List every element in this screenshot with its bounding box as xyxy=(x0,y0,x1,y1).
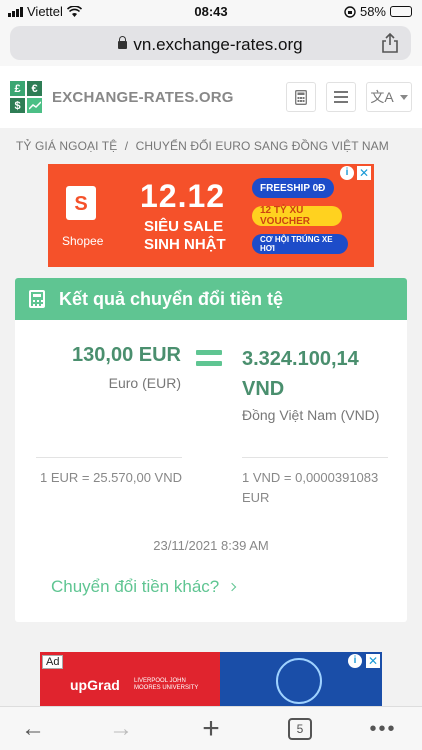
to-amount: 3.324.100,14 VND xyxy=(242,348,359,400)
url-display[interactable]: vn.exchange-rates.org xyxy=(10,35,411,55)
logo-euro: € xyxy=(27,81,42,96)
to-currency-name: Đồng Việt Nam (VND) xyxy=(242,407,380,423)
ad-pill-voucher: 12 TỶ XU VOUCHER xyxy=(252,205,342,227)
ad-line1: SIÊU SALE xyxy=(144,218,224,235)
lock-icon xyxy=(118,36,128,49)
site-brand[interactable]: EXCHANGE-RATES.ORG xyxy=(52,89,234,106)
equals-icon xyxy=(196,350,222,366)
from-amount: 130,00 EUR xyxy=(72,344,181,366)
ad-banner-bottom[interactable]: Ad upGrad LIVERPOOL JOHN MOORES UNIVERSI… xyxy=(40,652,382,708)
address-bar[interactable]: vn.exchange-rates.org xyxy=(10,26,411,60)
battery-percent: 58% xyxy=(359,4,386,19)
hamburger-icon xyxy=(334,91,348,103)
other-conversion-link[interactable]: Chuyển đổi tiền khác? xyxy=(51,577,237,597)
logo-chart-icon xyxy=(27,98,42,113)
language-button[interactable]: 文A xyxy=(366,82,412,112)
other-conversion-label: Chuyển đổi tiền khác? xyxy=(51,577,220,596)
brain-graphic-icon xyxy=(276,658,322,704)
ad-banner-top[interactable]: S Shopee 12.12 SIÊU SALE SINH NHẬT FREES… xyxy=(48,164,374,267)
caret-down-icon xyxy=(399,94,408,100)
chevron-right-icon xyxy=(227,582,237,592)
ad-info-icon[interactable]: i xyxy=(348,654,362,668)
back-button[interactable]: ← xyxy=(18,715,48,743)
divider-left xyxy=(36,457,182,458)
shopee-bag-icon: S xyxy=(66,186,96,220)
browser-toolbar: ← → + 5 ••• xyxy=(0,706,422,750)
divider-right xyxy=(242,457,388,458)
from-currency-name: Euro (EUR) xyxy=(108,375,181,391)
battery-icon xyxy=(390,6,412,17)
breadcrumb-item-current: CHUYỂN ĐỔI EURO SANG ĐỒNG VIỆT NAM xyxy=(135,139,389,153)
breadcrumb-separator: / xyxy=(124,139,129,153)
status-right: 58% xyxy=(344,4,412,19)
ad-close-icon[interactable]: ✕ xyxy=(357,166,371,180)
ad-brand: Shopee xyxy=(62,234,104,248)
ad-partner: LIVERPOOL JOHN MOORES UNIVERSITY xyxy=(134,678,199,691)
site-header: £ € $ EXCHANGE-RATES.ORG 文A xyxy=(0,66,422,128)
menu-button[interactable] xyxy=(326,82,356,112)
forward-button[interactable]: → xyxy=(106,715,136,743)
ad-pill-car: CƠ HỘI TRÚNG XE HƠI xyxy=(252,234,348,254)
logo-dollar: $ xyxy=(10,98,25,113)
translate-icon: 文A xyxy=(370,89,394,105)
browser-chrome-top: vn.exchange-rates.org xyxy=(0,22,422,66)
calculator-button[interactable] xyxy=(286,82,316,112)
ad-line2: SINH NHẬT xyxy=(144,236,226,253)
new-tab-button[interactable]: + xyxy=(194,712,228,745)
calculator-icon xyxy=(295,89,307,105)
url-text: vn.exchange-rates.org xyxy=(133,35,303,54)
breadcrumb-item-rates[interactable]: TỶ GIÁ NGOẠI TỆ xyxy=(16,139,117,153)
ad-label: Ad xyxy=(42,655,64,669)
logo-pound: £ xyxy=(10,81,25,96)
card-title: Kết quả chuyển đổi tiền tệ xyxy=(59,288,284,309)
ad-info-icon[interactable]: i xyxy=(340,166,354,180)
orientation-lock-icon xyxy=(344,5,356,18)
status-bar: Viettel 08:43 58% xyxy=(0,0,422,22)
ad-close-icon[interactable]: ✕ xyxy=(366,654,380,668)
share-icon[interactable] xyxy=(381,33,399,53)
more-button[interactable]: ••• xyxy=(366,715,400,743)
rate-timestamp: 23/11/2021 8:39 AM xyxy=(153,538,269,553)
rate-vnd-to-eur: 1 VND = 0,0000391083 EUR xyxy=(242,470,379,505)
card-header: Kết quả chuyển đổi tiền tệ xyxy=(15,278,407,320)
ad-brand: upGrad xyxy=(70,677,120,693)
tabs-button[interactable]: 5 xyxy=(288,718,312,740)
ad-headline: 12.12 xyxy=(140,178,226,214)
rate-eur-to-vnd: 1 EUR = 25.570,00 VND xyxy=(40,470,182,485)
conversion-result-card: Kết quả chuyển đổi tiền tệ 130,00 EUR Eu… xyxy=(15,278,407,622)
breadcrumb: TỶ GIÁ NGOẠI TỆ / CHUYỂN ĐỔI EURO SANG Đ… xyxy=(16,139,389,153)
ad-pill-freeship: FREESHIP 0Đ xyxy=(252,178,334,198)
site-logo[interactable]: £ € $ xyxy=(10,81,42,113)
calculator-icon xyxy=(29,290,45,308)
